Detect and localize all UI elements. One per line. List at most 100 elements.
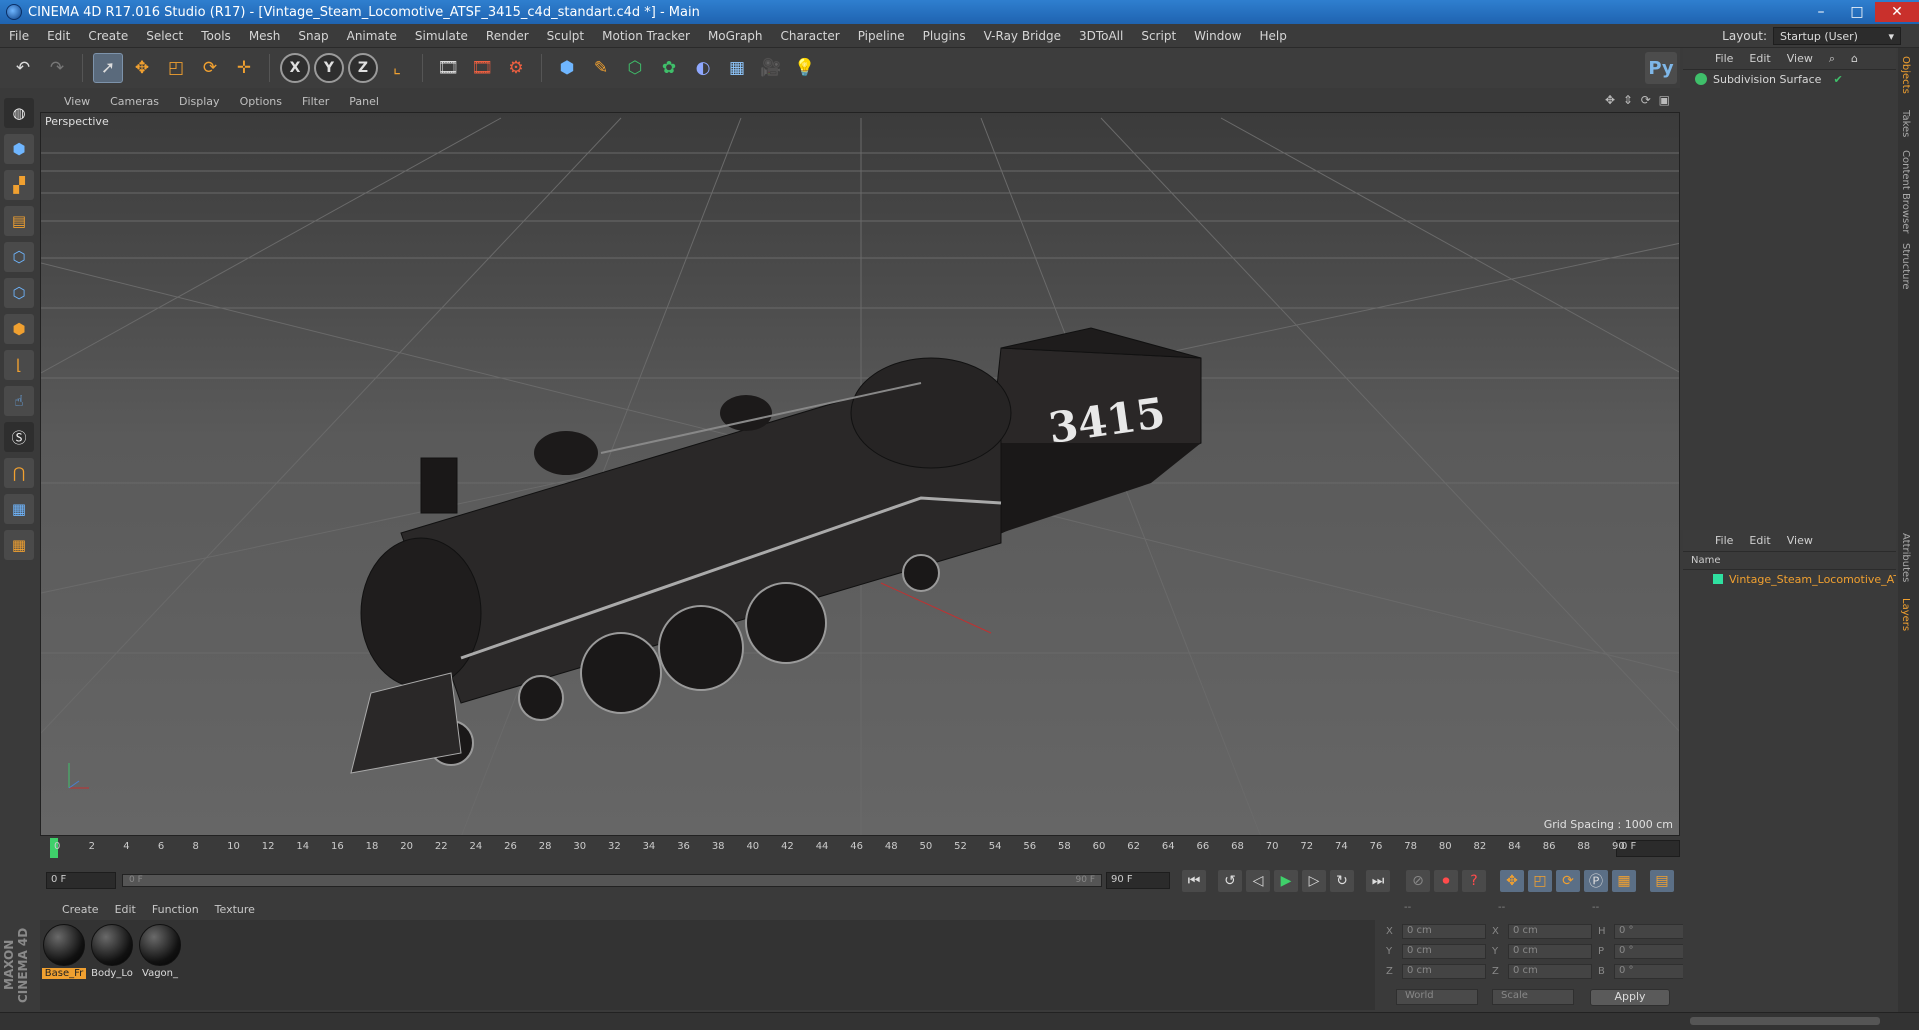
size-z-field[interactable]: 0 cm xyxy=(1508,964,1592,979)
camera-icon[interactable]: 🎥 xyxy=(756,53,786,83)
workplane-icon[interactable]: ▤ xyxy=(4,206,34,236)
apply-button[interactable]: Apply xyxy=(1590,989,1670,1006)
home-icon[interactable]: ⌂ xyxy=(1843,52,1866,65)
parameter-key-icon[interactable]: Ⓟ xyxy=(1584,870,1608,892)
model-mode-icon[interactable]: ⬢ xyxy=(4,134,34,164)
layer-column-name[interactable]: Name xyxy=(1683,552,1896,570)
start-frame-field[interactable]: 0 F xyxy=(46,872,116,889)
tab-content-browser[interactable]: Content Browser xyxy=(1900,150,1911,233)
redo-icon[interactable]: ↷ xyxy=(42,53,72,83)
layout-dropdown[interactable]: Startup (User) ▾ xyxy=(1773,27,1901,45)
tab-takes[interactable]: Takes xyxy=(1900,110,1911,137)
layer-menu-file[interactable]: File xyxy=(1707,534,1741,547)
floor-icon[interactable]: ▦ xyxy=(722,53,752,83)
autokeying-icon[interactable]: ⏺ xyxy=(1434,870,1458,892)
select-arrow-icon[interactable]: ➚ xyxy=(93,53,123,83)
texture-mode-icon[interactable]: ▞ xyxy=(4,170,34,200)
render-settings-icon[interactable]: ⚙ xyxy=(501,53,531,83)
viewport-menu-panel[interactable]: Panel xyxy=(339,95,389,108)
light-icon[interactable]: 💡 xyxy=(790,53,820,83)
menu-motion-tracker[interactable]: Motion Tracker xyxy=(593,29,699,43)
axis-mode-icon[interactable]: ⌊ xyxy=(4,350,34,380)
viewport-menu-filter[interactable]: Filter xyxy=(292,95,339,108)
viewport-menu-view[interactable]: View xyxy=(54,95,100,108)
size-x-field[interactable]: 0 cm xyxy=(1508,924,1592,939)
points-mode-icon[interactable]: ⬡ xyxy=(4,242,34,272)
coordinate-system-icon[interactable]: ⌞ xyxy=(382,53,412,83)
tweak-mode-icon[interactable]: ☝ xyxy=(4,386,34,416)
layer-menu-view[interactable]: View xyxy=(1779,534,1821,547)
menu-edit[interactable]: Edit xyxy=(38,29,79,43)
viewport-menu-cameras[interactable]: Cameras xyxy=(100,95,169,108)
current-frame-field[interactable]: 0 F xyxy=(1616,840,1680,857)
size-y-field[interactable]: 0 cm xyxy=(1508,944,1592,959)
maximize-button[interactable]: □ xyxy=(1839,2,1875,22)
search-icon[interactable]: ⌕ xyxy=(1821,52,1843,66)
rotate-icon[interactable]: ⟳ xyxy=(195,53,225,83)
lock-workplane-icon[interactable]: ▦ xyxy=(4,494,34,524)
magnet-icon[interactable]: ⋂ xyxy=(4,458,34,488)
move-icon[interactable]: ✥ xyxy=(127,53,157,83)
position-z-field[interactable]: 0 cm xyxy=(1402,964,1486,979)
menu-file[interactable]: File xyxy=(0,29,38,43)
menu-create[interactable]: Create xyxy=(79,29,137,43)
position-key-icon[interactable]: ✥ xyxy=(1500,870,1524,892)
play-icon[interactable]: ▶ xyxy=(1274,870,1298,892)
layer-row[interactable]: Vintage_Steam_Locomotive_ATSF_ xyxy=(1683,570,1896,588)
object-menu-edit[interactable]: Edit xyxy=(1741,52,1778,65)
polygons-mode-icon[interactable]: ⬢ xyxy=(4,314,34,344)
viewport-navigation-icons[interactable]: ✥ ⇕ ⟳ ▣ xyxy=(1605,93,1672,107)
minimize-button[interactable]: – xyxy=(1803,2,1839,22)
menu-help[interactable]: Help xyxy=(1250,29,1295,43)
tab-attributes[interactable]: Attributes xyxy=(1900,533,1911,582)
cloner-icon[interactable]: ✿ xyxy=(654,53,684,83)
tab-layers[interactable]: Layers xyxy=(1900,598,1911,631)
subdivision-surface-icon[interactable]: ⬡ xyxy=(620,53,650,83)
tab-structure[interactable]: Structure xyxy=(1900,243,1911,290)
menu-vray-bridge[interactable]: V-Ray Bridge xyxy=(975,29,1070,43)
menu-window[interactable]: Window xyxy=(1185,29,1250,43)
menu-animate[interactable]: Animate xyxy=(338,29,406,43)
y-axis-lock-button[interactable]: Y xyxy=(314,53,344,83)
menu-render[interactable]: Render xyxy=(477,29,538,43)
previous-frame-icon[interactable]: ◁ xyxy=(1246,870,1270,892)
deformer-icon[interactable]: ◐ xyxy=(688,53,718,83)
viewport-menu-options[interactable]: Options xyxy=(230,95,292,108)
coordinate-space-dropdown[interactable]: World xyxy=(1396,989,1478,1005)
menu-script[interactable]: Script xyxy=(1132,29,1185,43)
material-swatch[interactable]: Vagon_ xyxy=(138,924,182,979)
menu-tools[interactable]: Tools xyxy=(192,29,240,43)
visibility-check-icon[interactable]: ✔ xyxy=(1833,73,1842,86)
time-range-slider[interactable]: 0 F 90 F xyxy=(122,874,1102,887)
scale-key-icon[interactable]: ◰ xyxy=(1528,870,1552,892)
menu-mesh[interactable]: Mesh xyxy=(240,29,290,43)
material-swatch[interactable]: Body_Lo xyxy=(90,924,134,979)
horizontal-scrollbar[interactable] xyxy=(1690,1017,1880,1025)
scale-icon[interactable]: ◰ xyxy=(161,53,191,83)
go-to-end-icon[interactable]: ⏭ xyxy=(1366,870,1390,892)
position-y-field[interactable]: 0 cm xyxy=(1402,944,1486,959)
rotation-p-field[interactable]: 0 ° xyxy=(1614,944,1686,959)
viewport-menu-display[interactable]: Display xyxy=(169,95,230,108)
z-axis-lock-button[interactable]: Z xyxy=(348,53,378,83)
python-icon[interactable]: Py xyxy=(1645,52,1677,84)
menu-pipeline[interactable]: Pipeline xyxy=(849,29,914,43)
record-active-objects-icon[interactable]: ⊘ xyxy=(1406,870,1430,892)
render-picture-viewer-icon[interactable]: 🎞 xyxy=(467,53,497,83)
position-x-field[interactable]: 0 cm xyxy=(1402,924,1486,939)
menu-plugins[interactable]: Plugins xyxy=(914,29,975,43)
planar-workplane-icon[interactable]: ▦ xyxy=(4,530,34,560)
object-menu-view[interactable]: View xyxy=(1779,52,1821,65)
snap-icon[interactable]: Ⓢ xyxy=(4,422,34,452)
rotation-key-icon[interactable]: ⟳ xyxy=(1556,870,1580,892)
tab-objects[interactable]: Objects xyxy=(1900,56,1911,94)
menu-3dtoall[interactable]: 3DToAll xyxy=(1070,29,1132,43)
timeline-window-icon[interactable]: ▤ xyxy=(1650,870,1674,892)
layer-menu-edit[interactable]: Edit xyxy=(1741,534,1778,547)
point-level-animation-icon[interactable]: ▦ xyxy=(1612,870,1636,892)
material-menu-texture[interactable]: Texture xyxy=(207,903,263,916)
keyframe-selection-icon[interactable]: ? xyxy=(1462,870,1486,892)
menu-select[interactable]: Select xyxy=(137,29,192,43)
go-to-start-icon[interactable]: ⏮ xyxy=(1182,870,1206,892)
material-menu-function[interactable]: Function xyxy=(144,903,207,916)
